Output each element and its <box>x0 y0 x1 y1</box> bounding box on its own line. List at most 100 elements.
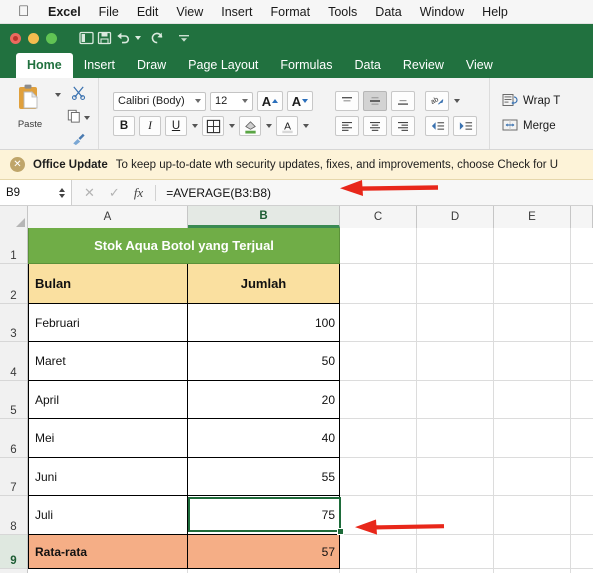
align-right-icon[interactable] <box>391 116 415 136</box>
cell-f2[interactable] <box>571 264 593 304</box>
align-top-icon[interactable] <box>335 91 359 111</box>
column-header-f-partial[interactable] <box>571 206 593 228</box>
column-header-a[interactable]: A <box>28 206 188 228</box>
column-header-d[interactable]: D <box>417 206 494 228</box>
align-middle-icon[interactable] <box>363 91 387 111</box>
paste-button[interactable]: Paste <box>8 81 52 130</box>
cell-b8[interactable]: 75 <box>188 496 340 535</box>
menu-data[interactable]: Data <box>366 5 410 19</box>
apple-logo-icon[interactable]:  <box>18 4 44 19</box>
cell-a9-label[interactable]: Rata-rata <box>28 535 188 569</box>
menu-view[interactable]: View <box>167 5 212 19</box>
row-header-7[interactable]: 7 <box>0 458 27 496</box>
copy-icon[interactable] <box>67 109 81 128</box>
cell-f10[interactable] <box>571 569 593 573</box>
customize-toolbar-icon[interactable] <box>177 32 191 44</box>
column-header-c[interactable]: C <box>340 206 417 228</box>
column-header-b[interactable]: B <box>188 206 340 228</box>
menu-tools[interactable]: Tools <box>319 5 366 19</box>
cell-a8[interactable]: Juli <box>28 496 188 535</box>
borders-dropdown-icon[interactable] <box>229 124 235 128</box>
row-header-5[interactable]: 5 <box>0 381 27 419</box>
cell-b2-header-jumlah[interactable]: Jumlah <box>188 264 340 304</box>
cell-d7[interactable] <box>417 458 494 496</box>
cell-d9[interactable] <box>417 535 494 569</box>
fill-color-dropdown-icon[interactable] <box>266 124 272 128</box>
cell-d4[interactable] <box>417 342 494 381</box>
tab-draw[interactable]: Draw <box>126 53 177 78</box>
font-size-select[interactable]: 12 <box>210 91 253 111</box>
cell-b5[interactable]: 20 <box>188 381 340 419</box>
tab-review[interactable]: Review <box>392 53 455 78</box>
cell-a3[interactable]: Februari <box>28 304 188 342</box>
cell-c9[interactable] <box>340 535 417 569</box>
cell-f5[interactable] <box>571 381 593 419</box>
row-header-10[interactable]: 10 <box>0 569 27 573</box>
tab-page-layout[interactable]: Page Layout <box>177 53 269 78</box>
cell-f9[interactable] <box>571 535 593 569</box>
name-box[interactable]: B9 <box>0 180 72 205</box>
row-header-6[interactable]: 6 <box>0 419 27 458</box>
close-button[interactable] <box>10 32 21 44</box>
font-color-button[interactable]: A <box>276 116 298 136</box>
cell-d1[interactable] <box>417 228 494 264</box>
redo-icon[interactable] <box>150 31 165 45</box>
cell-a10[interactable] <box>28 569 188 573</box>
italic-button[interactable]: I <box>139 116 161 136</box>
cell-c5[interactable] <box>340 381 417 419</box>
decrease-font-size-button[interactable]: A <box>287 91 313 111</box>
tab-home[interactable]: Home <box>16 53 73 78</box>
menu-edit[interactable]: Edit <box>128 5 168 19</box>
cell-f3[interactable] <box>571 304 593 342</box>
formula-input[interactable]: =AVERAGE(B3:B8) <box>156 186 271 200</box>
tab-view[interactable]: View <box>455 53 504 78</box>
menu-excel[interactable]: Excel <box>44 5 90 19</box>
cell-f7[interactable] <box>571 458 593 496</box>
cell-d6[interactable] <box>417 419 494 458</box>
cell-c4[interactable] <box>340 342 417 381</box>
maximize-button[interactable] <box>46 32 57 44</box>
copy-dropdown-icon[interactable] <box>84 116 90 120</box>
align-left-icon[interactable] <box>335 116 359 136</box>
cell-a6[interactable]: Mei <box>28 419 188 458</box>
menu-window[interactable]: Window <box>411 5 473 19</box>
tab-insert[interactable]: Insert <box>73 53 126 78</box>
menu-format[interactable]: Format <box>262 5 320 19</box>
row-header-2[interactable]: 2 <box>0 264 27 304</box>
cell-c3[interactable] <box>340 304 417 342</box>
cell-e5[interactable] <box>494 381 571 419</box>
cell-d8[interactable] <box>417 496 494 535</box>
row-header-9[interactable]: 9 <box>0 535 27 569</box>
cell-c2[interactable] <box>340 264 417 304</box>
cell-e7[interactable] <box>494 458 571 496</box>
row-header-1[interactable]: 1 <box>0 228 27 264</box>
underline-button[interactable]: U <box>165 116 187 136</box>
cell-e4[interactable] <box>494 342 571 381</box>
cell-b3[interactable]: 100 <box>188 304 340 342</box>
minimize-button[interactable] <box>28 32 39 44</box>
font-family-select[interactable]: Calibri (Body) <box>113 91 206 111</box>
merge-cells-button[interactable]: Merge <box>502 118 560 135</box>
cell-c7[interactable] <box>340 458 417 496</box>
orientation-dropdown-icon[interactable] <box>454 99 460 103</box>
column-header-e[interactable]: E <box>494 206 571 228</box>
cell-a5[interactable]: April <box>28 381 188 419</box>
tab-data[interactable]: Data <box>343 53 391 78</box>
cell-e2[interactable] <box>494 264 571 304</box>
underline-dropdown-icon[interactable] <box>192 124 198 128</box>
cell-b4[interactable]: 50 <box>188 342 340 381</box>
format-painter-icon[interactable] <box>71 132 86 151</box>
cell-d3[interactable] <box>417 304 494 342</box>
cell-b6[interactable]: 40 <box>188 419 340 458</box>
undo-icon[interactable] <box>115 31 131 45</box>
cell-f1[interactable] <box>571 228 593 264</box>
paste-dropdown-icon[interactable] <box>55 92 61 97</box>
increase-indent-icon[interactable] <box>453 116 477 136</box>
close-icon[interactable]: ✕ <box>10 157 25 172</box>
row-header-8[interactable]: 8 <box>0 496 27 535</box>
align-bottom-icon[interactable] <box>391 91 415 111</box>
row-header-3[interactable]: 3 <box>0 304 27 342</box>
select-all-corner[interactable] <box>0 206 28 228</box>
cell-e8[interactable] <box>494 496 571 535</box>
cell-e6[interactable] <box>494 419 571 458</box>
